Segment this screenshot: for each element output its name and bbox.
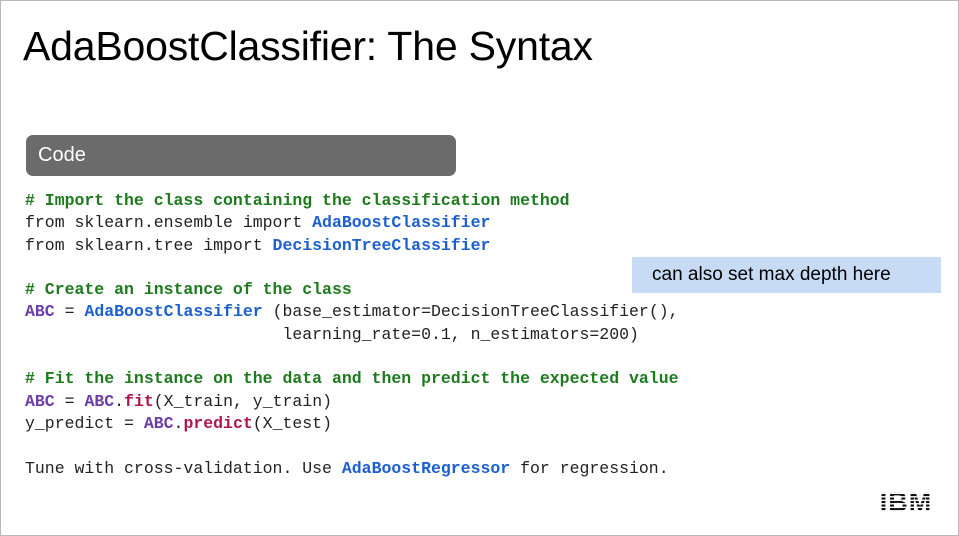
code-text: (X_test) bbox=[252, 413, 332, 433]
code-text: (X_train, y_train) bbox=[153, 391, 333, 411]
code-text: from sklearn.tree import bbox=[25, 235, 273, 255]
code-function: fit bbox=[124, 391, 154, 411]
code-line-11: y_predict = ABC.predict(X_test) bbox=[25, 413, 679, 435]
code-text: (base_estimator=DecisionTreeClassifier()… bbox=[262, 302, 679, 322]
slide-title: AdaBoostClassifier: The Syntax bbox=[23, 23, 593, 69]
code-line-3: from sklearn.tree import DecisionTreeCla… bbox=[25, 235, 679, 257]
code-line-6: ABC = AdaBoostClassifier (base_estimator… bbox=[25, 301, 679, 323]
code-function: predict bbox=[183, 413, 253, 433]
ibm-logo-text: IBM bbox=[880, 487, 933, 515]
code-variable: ABC bbox=[84, 391, 115, 411]
code-text: y_predict = bbox=[25, 413, 144, 433]
code-text: . bbox=[173, 413, 184, 433]
code-variable: ABC bbox=[143, 413, 174, 433]
code-line-10: ABC = ABC.fit(X_train, y_train) bbox=[25, 391, 679, 413]
code-line-2: from sklearn.ensemble import AdaBoostCla… bbox=[25, 212, 679, 234]
code-block: # Import the class containing the classi… bbox=[25, 190, 679, 480]
code-comment: # Create an instance of the class bbox=[25, 280, 352, 300]
code-line-1: # Import the class containing the classi… bbox=[25, 190, 679, 212]
code-text: = bbox=[54, 302, 85, 322]
code-header: Code bbox=[26, 135, 456, 176]
code-text: for regression. bbox=[510, 458, 669, 478]
code-line-5: # Create an instance of the class bbox=[25, 279, 679, 301]
code-class-name: AdaBoostClassifier bbox=[312, 213, 491, 233]
code-text: . bbox=[114, 391, 125, 411]
code-class-name: AdaBoostClassifier bbox=[84, 302, 263, 322]
slide: AdaBoostClassifier: The Syntax Code # Im… bbox=[0, 0, 959, 536]
code-class-name: AdaBoostRegressor bbox=[341, 458, 511, 478]
code-line-7: learning_rate=0.1, n_estimators=200) bbox=[25, 324, 679, 346]
code-text: Tune with cross-validation. Use bbox=[25, 458, 342, 478]
ibm-logo: IBM bbox=[880, 487, 933, 515]
code-comment: # Import the class containing the classi… bbox=[25, 191, 570, 210]
code-text: learning_rate=0.1, n_estimators=200) bbox=[25, 324, 639, 344]
code-class-name: DecisionTreeClassifier bbox=[272, 235, 491, 255]
callout-note: can also set max depth here bbox=[632, 257, 941, 293]
code-variable: ABC bbox=[25, 391, 55, 411]
code-text: from sklearn.ensemble import bbox=[25, 213, 313, 233]
code-line-9: # Fit the instance on the data and then … bbox=[25, 368, 679, 390]
code-comment: # Fit the instance on the data and then … bbox=[25, 369, 679, 389]
code-text: = bbox=[54, 391, 85, 411]
code-line-13: Tune with cross-validation. Use AdaBoost… bbox=[25, 458, 679, 480]
code-variable: ABC bbox=[25, 302, 55, 322]
